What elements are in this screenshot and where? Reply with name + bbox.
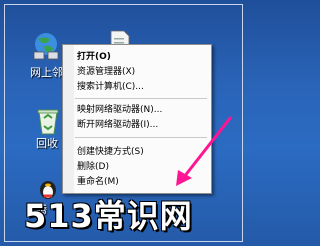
watermark: 513常识网 [24,197,193,235]
